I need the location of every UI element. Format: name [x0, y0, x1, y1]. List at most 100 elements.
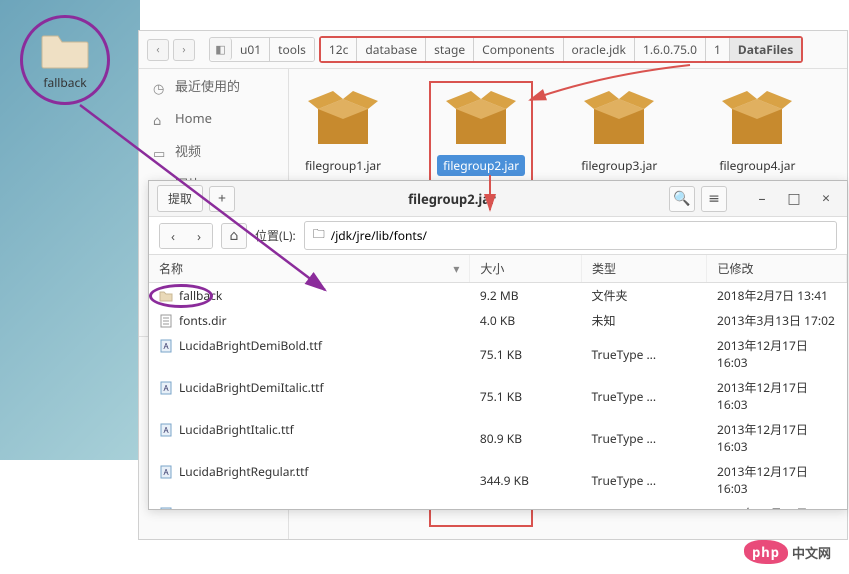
callout-label: fallback — [43, 74, 86, 91]
font-icon: A — [159, 339, 173, 353]
file-type: TrueType ... — [581, 417, 707, 459]
file-name: LucidaSansDemiBold.ttf — [179, 505, 314, 509]
file-modified: 2013年12月17日 16:03 — [707, 333, 847, 375]
arc-home-button[interactable]: ⌂ — [221, 223, 247, 249]
font-icon: A — [159, 423, 173, 437]
folder-icon: 🗀 — [313, 225, 325, 246]
svg-text:A: A — [163, 383, 169, 394]
table-row[interactable]: ALucidaBrightDemiBold.ttf 75.1 KB TrueTy… — [149, 333, 847, 375]
svg-text:A: A — [163, 509, 169, 510]
breadcrumb-bar: ‹ › ◧ u01 tools 12c database stage Compo… — [139, 31, 847, 69]
folder-name: filegroup3.jar — [575, 155, 663, 176]
breadcrumb-segment[interactable]: u01 — [232, 38, 270, 61]
col-type[interactable]: 类型 — [581, 255, 707, 283]
file-name: LucidaBrightDemiBold.ttf — [179, 337, 322, 354]
breadcrumb-highlighted: 12c database stage Components oracle.jdk… — [319, 36, 803, 63]
extract-button[interactable]: 提取 — [157, 185, 203, 212]
file-type: TrueType ... — [581, 333, 707, 375]
arc-forward-button[interactable]: › — [186, 224, 212, 248]
package-icon — [446, 89, 516, 149]
file-name: LucidaBrightItalic.ttf — [179, 421, 294, 438]
arc-back-button[interactable]: ‹ — [160, 224, 186, 248]
search-button[interactable]: 🔍 — [669, 186, 695, 212]
folder-icon — [40, 30, 90, 70]
font-icon: A — [159, 507, 173, 510]
watermark-text: 中文网 — [792, 543, 831, 562]
table-row[interactable]: A LucidaBrightDemiItalic.ttf 75.1 KB True… — [149, 375, 847, 417]
sidebar-item-home[interactable]: ⌂ Home — [139, 102, 288, 134]
file-size: 80.9 KB — [470, 417, 582, 459]
package-icon — [308, 89, 378, 149]
watermark: php 中文网 — [744, 540, 831, 564]
file-name: LucidaBrightDemiItalic.ttf — [179, 379, 324, 396]
file-type: TrueType ... — [581, 501, 707, 509]
file-modified: 2018年2月7日 13:41 — [707, 283, 847, 309]
text-icon — [159, 314, 173, 328]
video-icon: ▭ — [153, 144, 167, 158]
file-modified: 2013年12月17日 16:03 — [707, 375, 847, 417]
package-icon — [722, 89, 792, 149]
file-size: 317.9 KB — [470, 501, 582, 509]
add-button[interactable]: + — [209, 186, 235, 212]
folder-name: filegroup4.jar — [713, 155, 801, 176]
col-name[interactable]: 名称 ▾ — [149, 255, 470, 283]
breadcrumb-segment-current[interactable]: DataFiles — [730, 38, 801, 61]
breadcrumb-segment[interactable]: Components — [474, 38, 563, 61]
home-icon: ⌂ — [153, 111, 167, 125]
clock-icon: ◷ — [153, 79, 167, 93]
sidebar-item-recent[interactable]: ◷ 最近使用的 — [139, 69, 288, 102]
table-row[interactable]: fallback 9.2 MB 文件夹 2018年2月7日 13:41 — [149, 283, 847, 309]
folder-icon — [159, 289, 173, 303]
folder-name: filegroup1.jar — [299, 155, 387, 176]
breadcrumb-segment[interactable]: 1.6.0.75.0 — [635, 38, 706, 61]
sidebar-item-video[interactable]: ▭ 视频 — [139, 134, 288, 167]
file-table: 名称 ▾ 大小 类型 已修改 fallback 9.2 MB 文件夹 2018年… — [149, 255, 847, 509]
file-name: fonts.dir — [179, 312, 227, 329]
folder-name: filegroup2.jar — [437, 155, 525, 176]
file-size: 4.0 KB — [470, 308, 582, 333]
svg-text:A: A — [163, 425, 169, 436]
breadcrumb-segment[interactable]: 12c — [321, 38, 358, 61]
table-row[interactable]: A LucidaBrightItalic.ttf 80.9 KB TrueType… — [149, 417, 847, 459]
svg-text:A: A — [163, 467, 169, 478]
archive-header: 提取 + filegroup2.jar 🔍 ≡ – □ × — [149, 181, 847, 217]
menu-button[interactable]: ≡ — [701, 186, 727, 212]
col-size[interactable]: 大小 — [470, 255, 582, 283]
watermark-logo: php — [744, 540, 788, 564]
table-row[interactable]: ALucidaBrightRegular.ttf 344.9 KB TrueTy… — [149, 459, 847, 501]
font-icon: A — [159, 381, 173, 395]
nav-back-button[interactable]: ‹ — [147, 39, 169, 61]
col-modified[interactable]: 已修改 — [707, 255, 847, 283]
location-path-text: /jdk/jre/lib/fonts/ — [331, 227, 427, 244]
file-type: 未知 — [581, 308, 707, 333]
file-type: TrueType ... — [581, 375, 707, 417]
sidebar-item-label: Home — [175, 109, 212, 127]
table-row[interactable]: A LucidaSansDemiBold.ttf 317.9 KB TrueTyp… — [149, 501, 847, 509]
sidebar-item-label: 视频 — [175, 141, 201, 160]
breadcrumb-segment[interactable]: tools — [270, 38, 314, 61]
font-icon: A — [159, 465, 173, 479]
file-size: 344.9 KB — [470, 459, 582, 501]
callout-folder: fallback — [20, 15, 110, 105]
archive-window: 提取 + filegroup2.jar 🔍 ≡ – □ × ‹ › ⌂ 位置(L… — [148, 180, 848, 510]
archive-toolbar: ‹ › ⌂ 位置(L): 🗀 /jdk/jre/lib/fonts/ — [149, 217, 847, 255]
breadcrumb-segment[interactable]: oracle.jdk — [564, 38, 635, 61]
file-size: 9.2 MB — [470, 283, 582, 309]
table-row[interactable]: fonts.dir 4.0 KB 未知 2013年3月13日 17:02 — [149, 308, 847, 333]
file-modified: 2013年12月17日 16:03 — [707, 501, 847, 509]
close-button[interactable]: × — [813, 186, 839, 212]
location-path[interactable]: 🗀 /jdk/jre/lib/fonts/ — [304, 221, 837, 250]
breadcrumb-segment[interactable]: 1 — [706, 38, 730, 61]
file-modified: 2013年12月17日 16:03 — [707, 459, 847, 501]
nav-forward-button[interactable]: › — [173, 39, 195, 61]
file-size: 75.1 KB — [470, 375, 582, 417]
location-label: 位置(L): — [255, 227, 296, 244]
breadcrumb-segment[interactable]: database — [357, 38, 426, 61]
minimize-button[interactable]: – — [749, 186, 775, 212]
file-type: TrueType ... — [581, 459, 707, 501]
maximize-button[interactable]: □ — [781, 186, 807, 212]
sidebar-item-label: 最近使用的 — [175, 76, 240, 95]
file-type: 文件夹 — [581, 283, 707, 309]
breadcrumb-segment[interactable]: stage — [426, 38, 474, 61]
disk-icon[interactable]: ◧ — [210, 38, 232, 60]
